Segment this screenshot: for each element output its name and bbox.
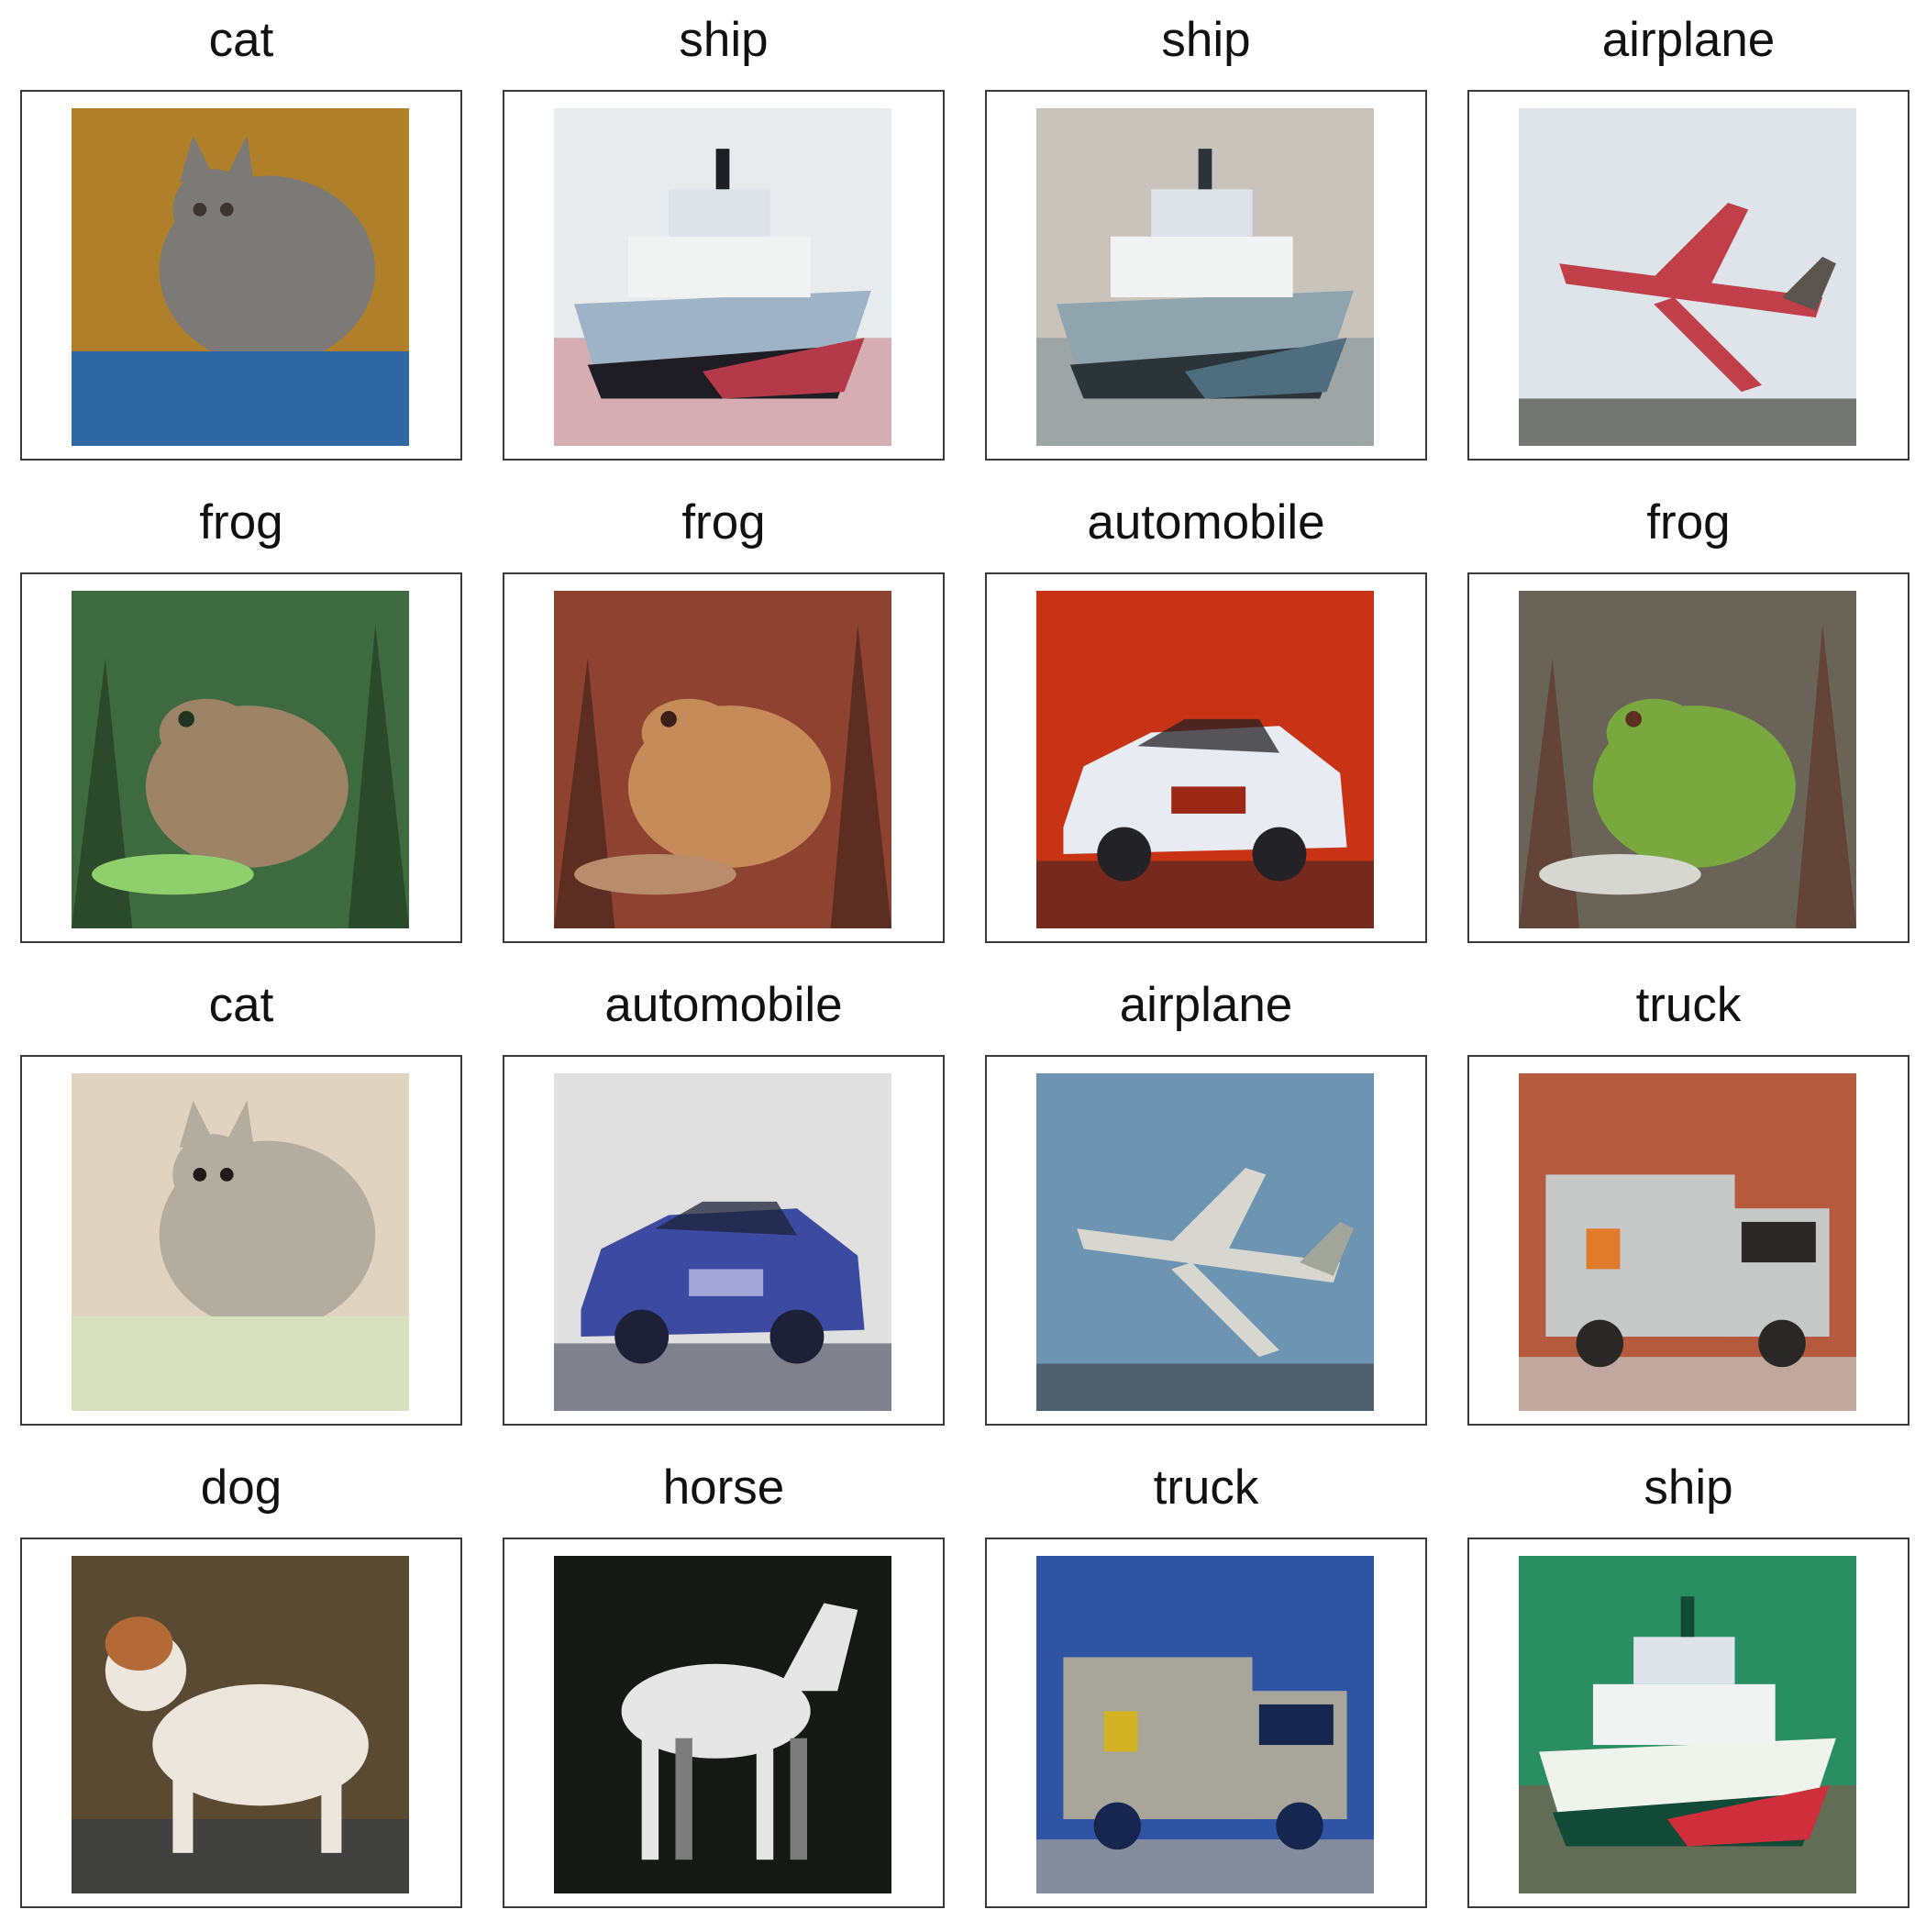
image-frame [985, 90, 1427, 461]
image-cell: airplane [985, 965, 1427, 1449]
image-label: airplane [1601, 13, 1776, 67]
image-grid: cat ship ship airplane frog frog automobile fro… [0, 0, 1926, 1926]
image-label: cat [208, 978, 274, 1032]
image-label: ship [1161, 13, 1251, 67]
car-photo [554, 1073, 891, 1411]
image-label: frog [681, 495, 766, 550]
image-cell: frog [20, 483, 462, 967]
image-cell: ship [985, 0, 1427, 484]
image-label: frog [1646, 495, 1731, 550]
image-label: cat [208, 13, 274, 67]
dog-photo [72, 1556, 409, 1893]
airplane-photo [1519, 108, 1856, 446]
image-cell: ship [503, 0, 945, 484]
image-frame [1467, 1055, 1909, 1426]
image-frame [985, 1055, 1427, 1426]
image-label: horse [662, 1460, 785, 1515]
frog-photo [1519, 591, 1856, 928]
image-frame [985, 572, 1427, 943]
image-frame [20, 1055, 462, 1426]
horse-photo [554, 1556, 891, 1893]
image-label: ship [1644, 1460, 1733, 1515]
ship-photo [1036, 108, 1374, 446]
image-cell: truck [985, 1448, 1427, 1932]
image-frame [503, 1055, 945, 1426]
image-cell: ship [1467, 1448, 1909, 1932]
truck-photo [1519, 1073, 1856, 1411]
image-frame [20, 1538, 462, 1908]
image-label: automobile [604, 978, 843, 1032]
image-frame [1467, 90, 1909, 461]
frog-photo [554, 591, 891, 928]
image-cell: automobile [985, 483, 1427, 967]
image-cell: truck [1467, 965, 1909, 1449]
image-cell: horse [503, 1448, 945, 1932]
image-label: frog [199, 495, 283, 550]
image-frame [20, 90, 462, 461]
image-cell: frog [1467, 483, 1909, 967]
image-label: truck [1635, 978, 1742, 1032]
frog-photo [72, 591, 409, 928]
airplane-photo [1036, 1073, 1374, 1411]
image-frame [1467, 572, 1909, 943]
image-frame [503, 572, 945, 943]
image-frame [503, 1538, 945, 1908]
ship-photo [1519, 1556, 1856, 1893]
image-cell: automobile [503, 965, 945, 1449]
image-frame [503, 90, 945, 461]
image-label: ship [679, 13, 769, 67]
image-label: dog [200, 1460, 282, 1515]
image-label: automobile [1087, 495, 1325, 550]
truck-photo [1036, 1556, 1374, 1893]
image-frame [20, 572, 462, 943]
image-cell: airplane [1467, 0, 1909, 484]
image-cell: dog [20, 1448, 462, 1932]
image-frame [985, 1538, 1427, 1908]
image-cell: cat [20, 0, 462, 484]
car-photo [1036, 591, 1374, 928]
ship-photo [554, 108, 891, 446]
image-cell: cat [20, 965, 462, 1449]
cat-photo [72, 1073, 409, 1411]
image-frame [1467, 1538, 1909, 1908]
image-label: truck [1153, 1460, 1259, 1515]
image-cell: frog [503, 483, 945, 967]
cat-photo [72, 108, 409, 446]
image-label: airplane [1119, 978, 1293, 1032]
